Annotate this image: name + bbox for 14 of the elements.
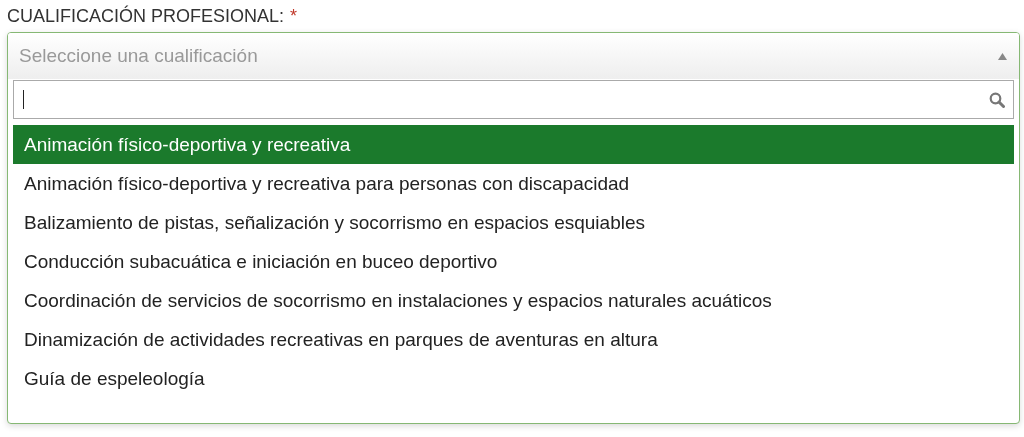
dropdown-option[interactable]: Animación físico-deportiva y recreativa para personas con discapacidad <box>13 164 1014 203</box>
search-icon <box>989 91 1005 108</box>
dropdown-option[interactable]: Animación físico-deportiva y recreativa <box>13 125 1014 164</box>
dropdown-option[interactable]: Balizamiento de pistas, señalización y socorrismo en espacios esquiables <box>13 203 1014 242</box>
search-field[interactable] <box>13 80 1014 119</box>
dropdown-option[interactable]: Coordinación de servicios de socorrismo en instalaciones y espacios naturales acuáticos <box>13 281 1014 320</box>
select-dropdown[interactable] <box>7 32 1020 424</box>
select-placeholder: Seleccione una cualificación <box>19 45 258 67</box>
dropdown-option[interactable]: Dinamización de actividades recreativas en parques de aventuras en altura <box>13 320 1014 359</box>
dropdown-option[interactable]: Guía de espeleología <box>13 359 1014 398</box>
dropdown-option[interactable]: Conducción subacuática e iniciación en buceo deportivo <box>13 242 1014 281</box>
field-label: CUALIFICACIÓN PROFESIONAL: <box>7 6 285 27</box>
required-mark: * <box>290 6 298 27</box>
caret-icon[interactable] <box>998 52 1007 60</box>
